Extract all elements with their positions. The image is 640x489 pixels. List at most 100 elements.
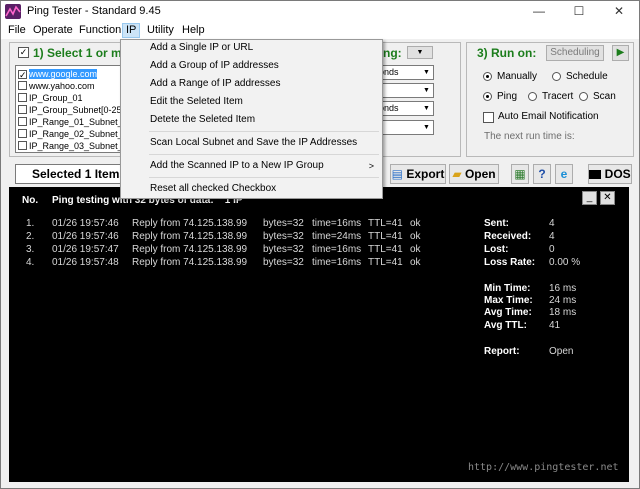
row-status: ok xyxy=(410,244,421,255)
scan-label: Scan xyxy=(593,91,616,102)
menu-separator xyxy=(149,154,379,155)
ip-menu-dropdown: Add a Single IP or URL Add a Group of IP… xyxy=(120,39,383,199)
maximize-button[interactable]: ☐ xyxy=(559,1,599,22)
list-item[interactable]: IP_Range_01_Subnet_ xyxy=(18,116,122,128)
chevron-right-icon: > xyxy=(368,161,374,171)
menu-ip[interactable]: IP xyxy=(122,23,141,38)
menu-utility[interactable]: Utility xyxy=(144,23,177,38)
row-no: 1. xyxy=(26,218,35,229)
auto-email-label: Auto Email Notification xyxy=(498,111,599,122)
row-status: ok xyxy=(410,231,421,242)
menu-separator xyxy=(149,131,379,132)
report-link[interactable]: Open xyxy=(549,346,573,357)
tracert-radio[interactable] xyxy=(528,92,537,101)
chevron-down-icon: ▼ xyxy=(423,69,430,76)
avg-time-label: Avg Time: xyxy=(484,307,532,318)
row-reply: Reply from 74.125.138.99 xyxy=(132,231,248,242)
list-item[interactable]: IP_Range_03_Subnet_ xyxy=(18,140,122,152)
item-checkbox[interactable] xyxy=(18,141,27,150)
network-button[interactable]: ▦ xyxy=(511,164,529,184)
scheduling-button[interactable]: Scheduling xyxy=(546,45,604,61)
avg-ttl-label: Avg TTL: xyxy=(484,320,527,331)
row-ttl: TTL=41 xyxy=(368,257,403,268)
console-minimize-button[interactable]: _ xyxy=(582,191,597,205)
row-ttl: TTL=41 xyxy=(368,244,403,255)
list-item[interactable]: IP_Group_Subnet[0-255 xyxy=(18,104,122,116)
auto-email-checkbox[interactable] xyxy=(483,112,494,123)
avg-ttl-value: 41 xyxy=(549,320,561,331)
settings-combo-4[interactable]: ▼ xyxy=(376,120,434,135)
settings-combo-3[interactable]: onds ▼ xyxy=(376,101,434,116)
help-icon: ? xyxy=(538,167,546,181)
row-ttl: TTL=41 xyxy=(368,231,403,242)
title-bar: Ping Tester - Standard 9.45 — ☐ ✕ xyxy=(1,1,639,22)
list-item[interactable]: www.yahoo.com xyxy=(18,80,122,92)
menu-help[interactable]: Help xyxy=(179,23,208,38)
ping-label: Ping xyxy=(497,91,518,102)
menu-file[interactable]: File xyxy=(5,23,29,38)
row-time: 01/26 19:57:47 xyxy=(52,244,119,255)
lost-label: Lost: xyxy=(484,244,509,255)
app-window: Ping Tester - Standard 9.45 — ☐ ✕ File O… xyxy=(0,0,640,489)
export-button[interactable]: ▤ Export xyxy=(390,164,446,184)
settings-combo-2[interactable]: ▼ xyxy=(376,83,434,98)
list-item[interactable]: IP_Group_01 xyxy=(18,92,122,104)
menu-scan-local-subnet[interactable]: Scan Local Subnet and Save the IP Addres… xyxy=(121,135,382,151)
max-time-value: 24 ms xyxy=(549,295,577,306)
run-panel-title: 3) Run on: xyxy=(477,46,537,60)
item-checkbox[interactable] xyxy=(18,129,27,138)
open-button[interactable]: ▰ Open xyxy=(449,164,499,184)
min-time-value: 16 ms xyxy=(549,283,577,294)
min-time-label: Min Time: xyxy=(484,283,531,294)
dos-button[interactable]: DOS xyxy=(588,164,632,184)
minimize-button[interactable]: — xyxy=(519,1,559,22)
row-ttl: TTL=41 xyxy=(368,218,403,229)
row-bytes: bytes=32 xyxy=(263,218,304,229)
ping-radio[interactable] xyxy=(483,92,492,101)
row-bytes: bytes=32 xyxy=(263,231,304,242)
scan-radio[interactable] xyxy=(579,92,588,101)
menu-add-single-ip[interactable]: Add a Single IP or URL xyxy=(121,40,382,56)
menu-delete-selected[interactable]: Detete the Seleted Item xyxy=(121,112,382,128)
ip-list[interactable]: ✓ www.google.com www.yahoo.com IP_Group_0… xyxy=(15,65,123,153)
item-checkbox[interactable] xyxy=(18,117,27,126)
row-status: ok xyxy=(410,257,421,268)
sent-label: Sent: xyxy=(484,218,509,229)
console-close-button[interactable]: ✕ xyxy=(600,191,615,205)
item-checkbox[interactable] xyxy=(18,105,27,114)
item-checkbox[interactable] xyxy=(18,81,27,90)
schedule-radio[interactable] xyxy=(552,72,561,81)
item-checkbox[interactable] xyxy=(18,93,27,102)
item-checkbox[interactable]: ✓ xyxy=(18,70,27,80)
chevron-down-icon: ▼ xyxy=(423,87,430,94)
menu-add-ip-group[interactable]: Add a Group of IP addresses xyxy=(121,58,382,74)
menu-function[interactable]: Function xyxy=(76,23,124,38)
export-icon: ▤ xyxy=(391,167,403,181)
menu-operate[interactable]: Operate xyxy=(30,23,76,38)
menu-reset-checkboxes[interactable]: Reset all checked Checkbox xyxy=(121,181,382,197)
next-run-label: The next run time is: xyxy=(484,131,575,142)
menu-add-ip-range[interactable]: Add a Range of IP addresses xyxy=(121,76,382,92)
help-button[interactable]: ? xyxy=(533,164,551,184)
sent-value: 4 xyxy=(549,218,555,229)
manually-radio[interactable] xyxy=(483,72,492,81)
settings-combo-1[interactable]: onds ▼ xyxy=(376,65,434,80)
select-all-checkbox[interactable]: ✓ xyxy=(18,47,29,58)
max-time-label: Max Time: xyxy=(484,295,533,306)
menu-add-scanned-ip[interactable]: Add the Scanned IP to a New IP Group > xyxy=(121,158,382,174)
website-link[interactable]: http://www.pingtester.net xyxy=(468,462,619,473)
schedule-label: Schedule xyxy=(566,71,608,82)
console-output[interactable]: _ ✕ No. Ping testing with 32 bytes of da… xyxy=(9,187,629,482)
run-button[interactable]: ▶ xyxy=(612,45,629,61)
settings-dropdown-button[interactable]: ▼ xyxy=(407,46,433,59)
list-item[interactable]: ✓ www.google.com xyxy=(18,68,122,80)
menu-edit-selected[interactable]: Edit the Seleted Item xyxy=(121,94,382,110)
list-item[interactable]: IP_Range_02_Subnet_ xyxy=(18,128,122,140)
close-button[interactable]: ✕ xyxy=(599,1,639,22)
row-rtt: time=16ms xyxy=(312,244,362,255)
select-panel-title: 1) Select 1 or mo xyxy=(33,46,130,60)
row-reply: Reply from 74.125.138.99 xyxy=(132,244,248,255)
browser-button[interactable]: e xyxy=(555,164,573,184)
network-icon: ▦ xyxy=(514,167,526,181)
terminal-icon xyxy=(589,170,602,179)
